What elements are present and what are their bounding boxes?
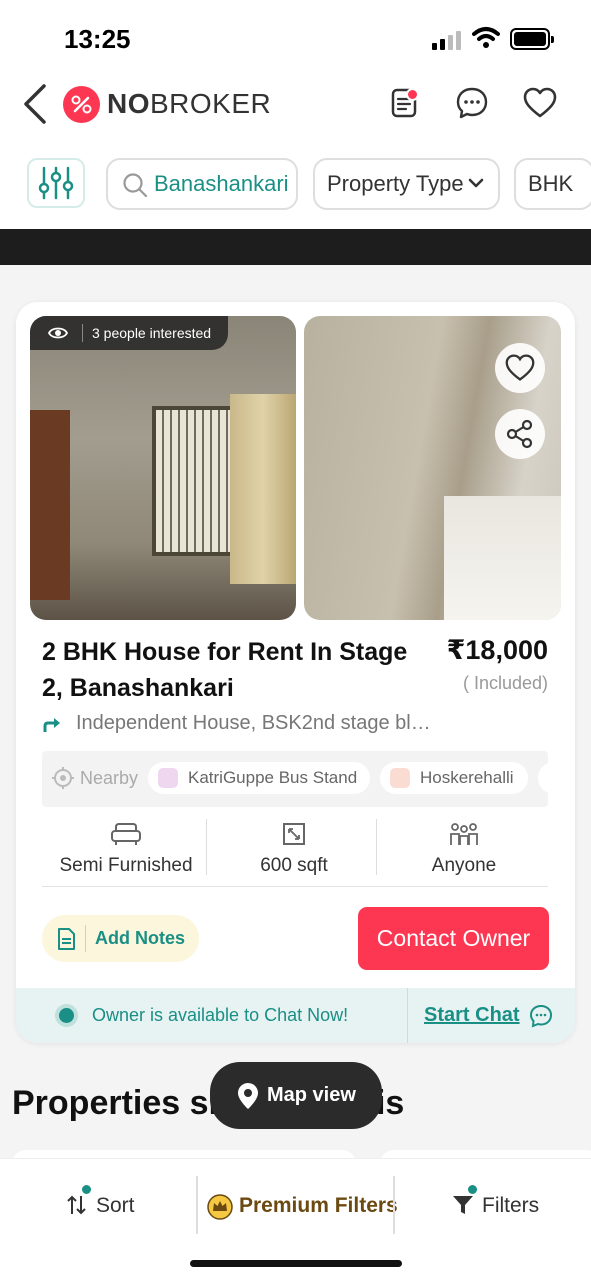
premium-filters-button[interactable]: Premium Filters	[207, 1189, 398, 1223]
shortlist-button[interactable]	[495, 343, 545, 393]
add-notes-button[interactable]: Add Notes	[42, 915, 199, 962]
start-chat-link[interactable]: Start Chat	[424, 1004, 520, 1027]
people-icon	[450, 823, 478, 845]
notes-icon	[58, 928, 75, 950]
photo-door	[30, 410, 70, 600]
owner-chat-bar: Owner is available to Chat Now! Start Ch…	[16, 988, 575, 1043]
spec-tenants: Anyone	[380, 817, 548, 877]
crown-icon	[207, 1194, 233, 1220]
share-button[interactable]	[495, 409, 545, 459]
map-view-button[interactable]: Map view	[210, 1062, 382, 1129]
chevron-down-icon	[468, 178, 484, 188]
eye-icon	[48, 327, 68, 339]
property-card-body: 3 people interested 2 BHK House for Rent…	[16, 302, 575, 988]
chat-bubble-icon[interactable]	[529, 1004, 553, 1028]
chat-status-text: Owner is available to Chat Now!	[92, 1005, 349, 1025]
sliders-icon	[38, 166, 74, 200]
bhk-label: BHK	[528, 171, 574, 196]
bus-stop-icon	[158, 768, 178, 788]
interested-text: 3 people interested	[92, 325, 212, 341]
sort-icon	[67, 1195, 86, 1215]
bus-icon	[390, 768, 410, 788]
status-bar: 13:25	[0, 0, 591, 70]
filter-row: Banashankari Property Type BHK	[0, 156, 591, 212]
wifi-icon	[472, 27, 500, 48]
chat-icon[interactable]	[455, 86, 489, 120]
filter-settings-button[interactable]	[27, 158, 85, 208]
nearby-strip[interactable]: Nearby KatriGuppe Bus Stand Hoskerehalli	[42, 751, 548, 807]
sofa-icon	[111, 823, 141, 845]
property-card[interactable]: 3 people interested 2 BHK House for Rent…	[16, 302, 575, 1043]
address-text: Independent House, BSK2nd stage bl…	[76, 712, 431, 734]
direction-arrow-icon	[43, 718, 60, 732]
nobroker-logo-icon	[63, 86, 100, 123]
area-icon	[283, 823, 305, 845]
promo-banner-strip	[0, 229, 591, 265]
listing-title[interactable]: 2 BHK House for Rent In Stage 2, Banasha…	[42, 634, 432, 706]
photo-curtain	[230, 394, 296, 584]
property-photo-1[interactable]	[30, 316, 296, 620]
contact-owner-button[interactable]: Contact Owner	[358, 907, 549, 970]
back-arrow-icon[interactable]	[18, 82, 50, 126]
location-text: Banashankari	[154, 171, 289, 196]
property-type-dropdown[interactable]: Property Type	[313, 158, 500, 210]
funnel-icon	[453, 1196, 473, 1214]
notification-dot	[406, 88, 419, 101]
filters-button[interactable]: Filters	[452, 1189, 539, 1223]
property-specs: Semi Furnished 600 sqft Anyone	[42, 817, 548, 887]
heart-icon[interactable]	[522, 86, 558, 120]
app-header: NOBROKER	[0, 72, 591, 136]
bhk-dropdown[interactable]: BHK	[514, 158, 591, 210]
heart-icon	[505, 354, 535, 381]
share-icon	[506, 419, 533, 449]
photo-floor	[444, 496, 561, 620]
spec-area: 600 sqft	[210, 817, 378, 877]
location-target-icon	[52, 767, 74, 789]
interested-badge: 3 people interested	[30, 316, 228, 350]
battery-icon	[510, 28, 554, 50]
nearby-label: Nearby	[52, 767, 138, 789]
location-search-pill[interactable]: Banashankari	[106, 158, 298, 210]
map-pin-icon	[238, 1083, 258, 1109]
listing-address[interactable]: Independent House, BSK2nd stage bl…	[42, 712, 442, 735]
listing-price: ₹18,000	[446, 635, 548, 665]
status-time: 13:25	[64, 24, 131, 54]
property-type-label: Property Type	[327, 171, 464, 196]
maintenance-included: ( Included)	[462, 673, 548, 693]
nearby-chip-more[interactable]	[538, 762, 548, 794]
spec-furnishing: Semi Furnished	[42, 817, 210, 877]
brand-name: NOBROKER	[107, 88, 272, 119]
cellular-signal-icon	[432, 30, 464, 50]
home-indicator	[190, 1260, 402, 1267]
sort-button[interactable]: Sort	[66, 1189, 135, 1223]
nearby-chip-bus-stand[interactable]: KatriGuppe Bus Stand	[148, 762, 370, 794]
search-icon	[123, 173, 148, 198]
online-indicator	[59, 1008, 74, 1023]
nearby-chip-hoskerehalli[interactable]: Hoskerehalli	[380, 762, 528, 794]
